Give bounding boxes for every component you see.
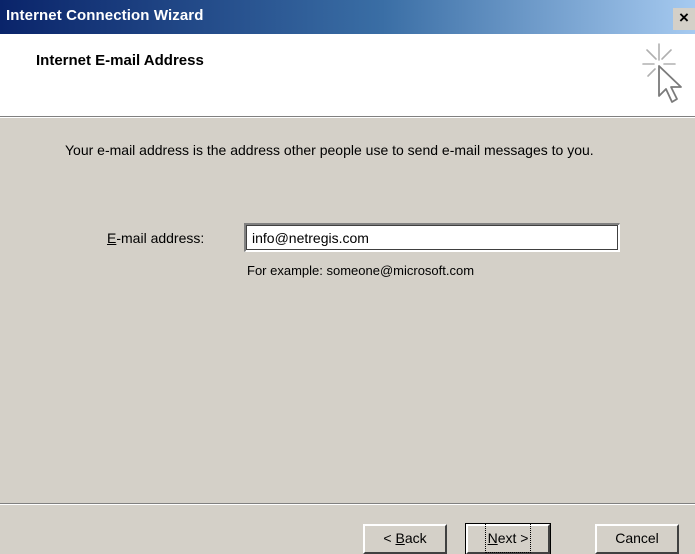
close-button[interactable]: × (673, 8, 695, 30)
cancel-button[interactable]: Cancel (595, 524, 679, 554)
title-bar[interactable]: Internet Connection Wizard × (0, 0, 695, 34)
next-button-label: Next > (484, 523, 532, 553)
page-title: Internet E-mail Address (36, 52, 204, 69)
email-label: E-mail address: (107, 230, 204, 246)
email-label-text: -mail address: (116, 230, 205, 246)
example-text: For example: someone@microsoft.com (247, 263, 475, 278)
back-arrow-text: < (383, 530, 396, 546)
wizard-header: Internet E-mail Address (0, 34, 695, 117)
description-text: Your e-mail address is the address other… (65, 142, 594, 158)
next-button[interactable]: Next > (465, 523, 551, 554)
next-accesskey: N (487, 530, 498, 546)
cancel-button-label: Cancel (615, 530, 659, 546)
email-label-accesskey: E (107, 230, 117, 246)
button-separator (0, 503, 695, 505)
next-text: ext > (497, 530, 529, 546)
back-button[interactable]: < Back (363, 524, 447, 554)
back-accesskey: B (395, 530, 405, 546)
email-input[interactable] (244, 223, 620, 252)
close-icon: × (679, 8, 689, 27)
wizard-cursor-icon (642, 43, 682, 103)
wizard-window: Internet Connection Wizard × Internet E-… (0, 0, 695, 554)
back-button-label: < Back (383, 526, 426, 550)
window-title: Internet Connection Wizard (6, 7, 204, 24)
back-text: ack (404, 530, 427, 546)
